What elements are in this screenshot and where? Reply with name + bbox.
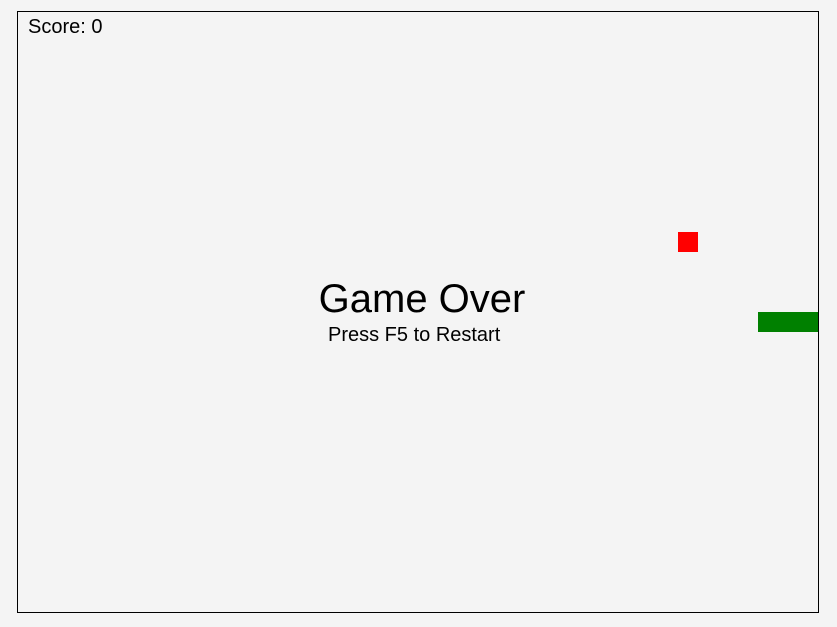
restart-hint: Press F5 to Restart [328, 324, 501, 346]
game-over-title: Game Over [318, 277, 526, 321]
food-pellet [678, 232, 698, 252]
game-board[interactable]: Score: 0 Game Over Press F5 to Restart [17, 11, 819, 613]
score-display: Score: 0 [28, 16, 103, 38]
